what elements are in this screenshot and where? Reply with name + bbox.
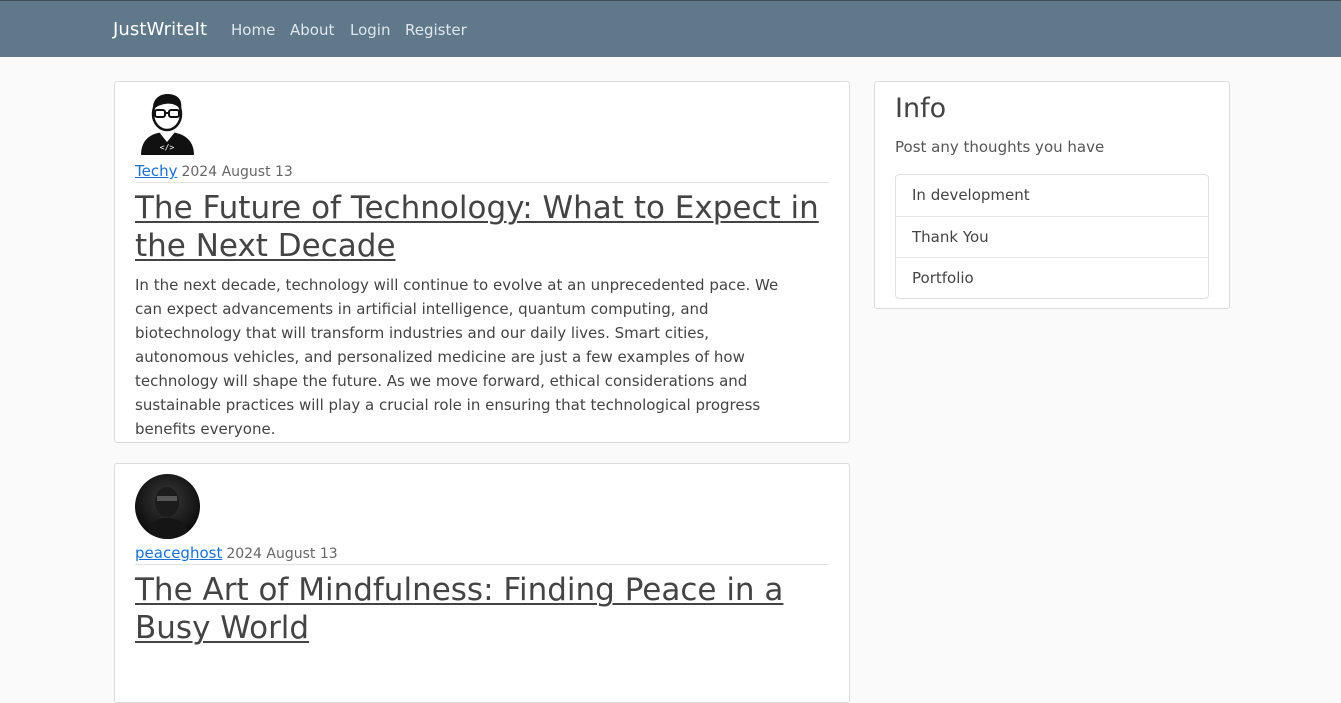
post-body: In the next decade, technology will cont… (135, 276, 779, 438)
brand-link[interactable]: JustWriteIt (113, 19, 207, 40)
masked-figure-avatar (135, 474, 200, 539)
post-card: peaceghost 2024 August 13 The Art of Mind… (114, 463, 850, 703)
post-card: </> Techy 2024 August 13 The Future of Te… (114, 81, 850, 443)
post-date: 2024 August 13 (181, 164, 293, 180)
list-item-portfolio[interactable]: Portfolio (896, 257, 1208, 298)
nav-link-register[interactable]: Register (405, 21, 467, 39)
author-link[interactable]: peaceghost (135, 544, 222, 562)
developer-avatar-icon: </> (135, 90, 200, 155)
post-meta: peaceghost 2024 August 13 (135, 544, 338, 562)
post-meta: Techy 2024 August 13 (135, 162, 293, 180)
info-title: Info (895, 93, 947, 124)
navbar: JustWriteIt Home About Login Register (0, 0, 1341, 57)
list-item-thank-you[interactable]: Thank You (896, 216, 1208, 257)
meta-divider (135, 564, 829, 565)
nav-link-about[interactable]: About (290, 21, 334, 39)
info-subtitle: Post any thoughts you have (895, 138, 1105, 156)
author-link[interactable]: Techy (135, 162, 177, 180)
info-card: Info Post any thoughts you have In devel… (874, 81, 1230, 309)
svg-text:</>: </> (160, 143, 175, 152)
list-item-in-development[interactable]: In development (896, 175, 1208, 216)
post-title-link[interactable]: The Future of Technology: What to Expect… (135, 189, 825, 265)
nav-link-home[interactable]: Home (231, 21, 275, 39)
nav-link-login[interactable]: Login (350, 21, 390, 39)
info-list: In development Thank You Portfolio (895, 174, 1209, 299)
meta-divider (135, 182, 829, 183)
post-title-link[interactable]: The Art of Mindfulness: Finding Peace in… (135, 571, 825, 647)
post-date: 2024 August 13 (226, 546, 338, 562)
